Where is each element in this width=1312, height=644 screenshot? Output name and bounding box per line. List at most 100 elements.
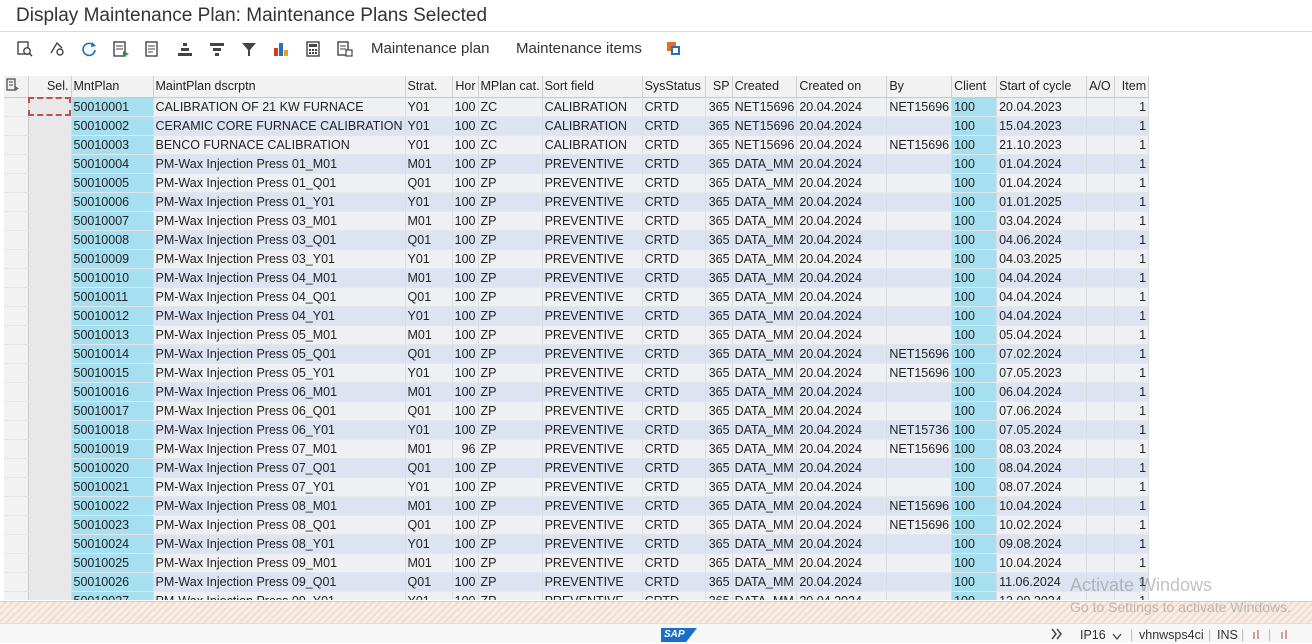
cell-by[interactable]: NET15696	[886, 97, 953, 117]
cell-sort-field[interactable]: PREVENTIVE	[542, 306, 643, 326]
cell-by[interactable]	[886, 534, 953, 554]
chevron-right-icon[interactable]	[1050, 628, 1064, 643]
row-selector[interactable]	[4, 344, 29, 364]
cell-sel[interactable]	[28, 306, 72, 326]
cell-sort-field[interactable]: PREVENTIVE	[542, 477, 643, 497]
cell-sp[interactable]: 365	[705, 344, 733, 364]
cell-client[interactable]: 100	[951, 192, 998, 212]
cell-strat[interactable]: M01	[405, 553, 453, 573]
cell-sp[interactable]: 365	[705, 192, 733, 212]
cell-hor[interactable]: 100	[452, 211, 479, 231]
cell-sel[interactable]	[28, 249, 72, 269]
cell-sel[interactable]	[28, 572, 72, 592]
cell-client[interactable]: 100	[951, 249, 998, 269]
row-selector[interactable]	[4, 173, 29, 193]
cell-sel[interactable]	[28, 192, 72, 212]
cell-created-on[interactable]: 20.04.2024	[796, 382, 888, 402]
cell-sysstatus[interactable]: CRTD	[642, 458, 706, 478]
cell-client[interactable]: 100	[951, 477, 998, 497]
cell-description[interactable]: PM-Wax Injection Press 05_Y01	[153, 363, 406, 383]
cell-ao[interactable]	[1086, 230, 1116, 250]
cell-client[interactable]: 100	[951, 534, 998, 554]
cell-sort-field[interactable]: PREVENTIVE	[542, 230, 643, 250]
table-row[interactable]: 50010022 PM-Wax Injection Press 08_M01 M01…	[4, 496, 1150, 516]
cell-sort-field[interactable]: PREVENTIVE	[542, 382, 643, 402]
column-header-created[interactable]: Created	[732, 76, 798, 98]
cell-strat[interactable]: Q01	[405, 515, 453, 535]
cell-item[interactable]: 1	[1114, 230, 1150, 250]
cell-item[interactable]: 1	[1114, 477, 1150, 497]
cell-created[interactable]: DATA_MM	[732, 496, 798, 516]
cell-item[interactable]: 1	[1114, 211, 1150, 231]
cell-sort-field[interactable]: PREVENTIVE	[542, 591, 643, 600]
cell-ao[interactable]	[1086, 420, 1116, 440]
table-row[interactable]: 50010018 PM-Wax Injection Press 06_Y01 Y01…	[4, 420, 1150, 440]
cell-by[interactable]	[886, 154, 953, 174]
cell-description[interactable]: CALIBRATION OF 21 KW FURNACE	[153, 97, 406, 117]
cell-sel[interactable]	[28, 382, 72, 402]
cell-sel[interactable]	[28, 439, 72, 459]
cell-mplan-cat[interactable]: ZP	[478, 382, 543, 402]
sort-ascending-icon[interactable]	[174, 38, 196, 60]
cell-hor[interactable]: 100	[452, 173, 479, 193]
cell-sysstatus[interactable]: CRTD	[642, 173, 706, 193]
column-header-hor[interactable]: Hor	[452, 76, 479, 98]
column-header-sysstatus[interactable]: SysStatus	[642, 76, 706, 98]
cell-item[interactable]: 1	[1114, 591, 1150, 600]
cell-ao[interactable]	[1086, 591, 1116, 600]
cell-sel[interactable]	[28, 420, 72, 440]
cell-ao[interactable]	[1086, 458, 1116, 478]
cell-sort-field[interactable]: PREVENTIVE	[542, 211, 643, 231]
cell-created[interactable]: DATA_MM	[732, 287, 798, 307]
cell-created[interactable]: DATA_MM	[732, 192, 798, 212]
cell-hor[interactable]: 100	[452, 230, 479, 250]
cell-client[interactable]: 100	[951, 325, 998, 345]
cell-description[interactable]: PM-Wax Injection Press 06_M01	[153, 382, 406, 402]
cell-sel[interactable]	[28, 230, 72, 250]
table-row[interactable]: 50010019 PM-Wax Injection Press 07_M01 M01…	[4, 439, 1150, 459]
cell-created-on[interactable]: 20.04.2024	[796, 173, 888, 193]
cell-ao[interactable]	[1086, 249, 1116, 269]
cell-created-on[interactable]: 20.04.2024	[796, 325, 888, 345]
cell-sort-field[interactable]: PREVENTIVE	[542, 401, 643, 421]
cell-ao[interactable]	[1086, 211, 1116, 231]
cell-sysstatus[interactable]: CRTD	[642, 496, 706, 516]
cell-mntplan[interactable]: 50010016	[71, 382, 154, 402]
cell-mntplan[interactable]: 50010022	[71, 496, 154, 516]
cell-item[interactable]: 1	[1114, 420, 1150, 440]
cell-mntplan[interactable]: 50010015	[71, 363, 154, 383]
cell-start-of-cycle[interactable]: 10.04.2024	[996, 553, 1088, 573]
table-row[interactable]: 50010004 PM-Wax Injection Press 01_M01 M01…	[4, 154, 1150, 174]
cell-sysstatus[interactable]: CRTD	[642, 363, 706, 383]
cell-by[interactable]	[886, 287, 953, 307]
cell-by[interactable]: NET15736	[886, 420, 953, 440]
cell-item[interactable]: 1	[1114, 173, 1150, 193]
column-header-ao[interactable]: A/O	[1086, 76, 1116, 98]
cell-created[interactable]: DATA_MM	[732, 420, 798, 440]
cell-sp[interactable]: 365	[705, 458, 733, 478]
cell-created-on[interactable]: 20.04.2024	[796, 268, 888, 288]
calculator-icon[interactable]	[302, 38, 324, 60]
cell-mntplan[interactable]: 50010005	[71, 173, 154, 193]
cell-sysstatus[interactable]: CRTD	[642, 439, 706, 459]
cell-created[interactable]: DATA_MM	[732, 249, 798, 269]
cell-ao[interactable]	[1086, 515, 1116, 535]
cell-mplan-cat[interactable]: ZP	[478, 268, 543, 288]
cell-item[interactable]: 1	[1114, 135, 1150, 155]
cell-client[interactable]: 100	[951, 496, 998, 516]
cell-ao[interactable]	[1086, 325, 1116, 345]
row-selector[interactable]	[4, 496, 29, 516]
cell-description[interactable]: PM-Wax Injection Press 04_M01	[153, 268, 406, 288]
cell-mntplan[interactable]: 50010027	[71, 591, 154, 600]
cell-sp[interactable]: 365	[705, 496, 733, 516]
cell-start-of-cycle[interactable]: 11.06.2024	[996, 572, 1088, 592]
table-row[interactable]: 50010020 PM-Wax Injection Press 07_Q01 Q01…	[4, 458, 1150, 478]
table-row[interactable]: 50010010 PM-Wax Injection Press 04_M01 M01…	[4, 268, 1150, 288]
cell-sp[interactable]: 365	[705, 325, 733, 345]
cell-hor[interactable]: 100	[452, 306, 479, 326]
cell-client[interactable]: 100	[951, 230, 998, 250]
column-header-mntplan[interactable]: MntPlan	[71, 76, 154, 98]
cell-description[interactable]: PM-Wax Injection Press 09_M01	[153, 553, 406, 573]
cell-sel[interactable]	[28, 211, 72, 231]
cell-created[interactable]: NET15696	[732, 116, 798, 136]
